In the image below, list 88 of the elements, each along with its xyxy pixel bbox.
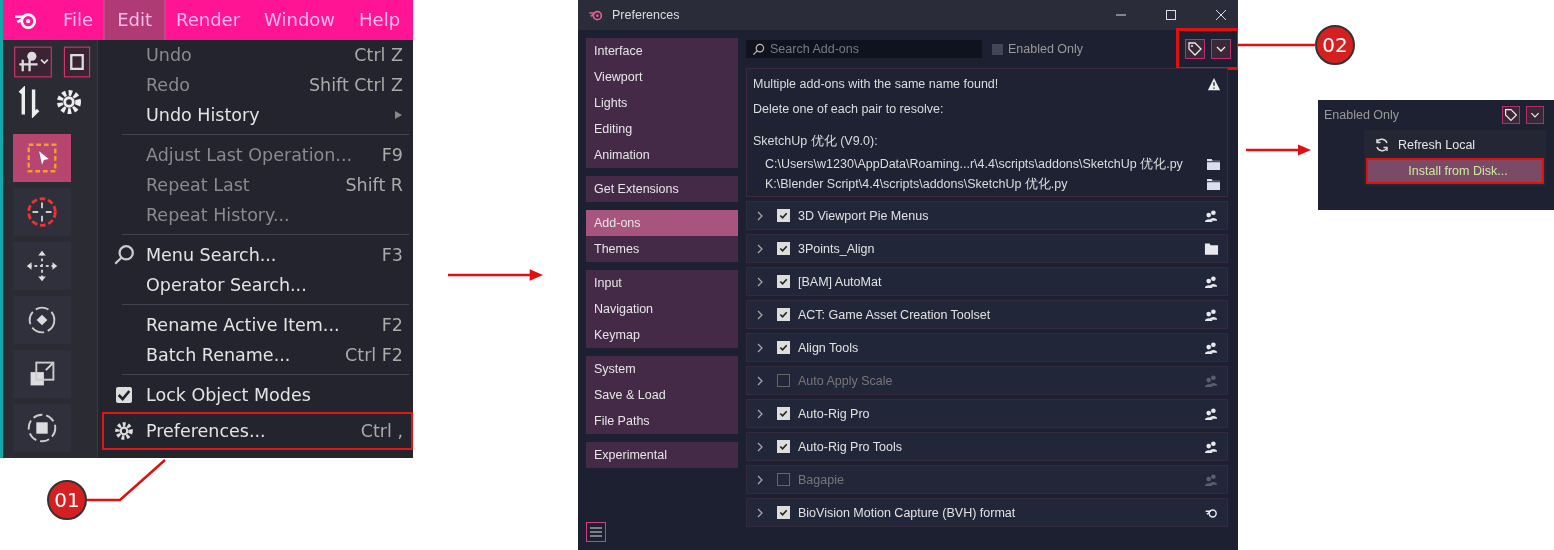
addon-row[interactable]: Align Tools [746,333,1228,362]
tool-button[interactable] [13,350,71,398]
file-path: C:\Users\w1230\AppData\Roaming...r\4.4\scripts\addons\SketchUp 优化.py [765,155,1183,173]
users-icon [1204,307,1219,322]
users-icon [1204,406,1219,421]
addon-name: Bagapie [798,472,844,487]
addon-name: Align Tools [798,340,859,355]
checkbox[interactable] [116,387,132,403]
addon-name: Auto-Rig Pro [798,406,870,421]
close-icon[interactable] [1214,8,1228,22]
sidebar-item[interactable]: Animation [586,142,738,168]
sidebar-item[interactable]: Save & Load [586,382,738,408]
sidebar-item[interactable]: Navigation [586,296,738,322]
menu-item[interactable]: Install from Disk... [1368,160,1542,182]
users-icon [1204,274,1219,289]
warning-message: Delete one of each pair to resolve: [753,101,944,116]
menu-bar-item[interactable]: Edit [105,0,164,40]
warning-title: Multiple add-ons with the same name found! [753,76,999,91]
sidebar-item[interactable]: Input [586,270,738,296]
menu-item[interactable]: Menu Search... F3 [102,240,413,270]
window-title: Preferences [612,8,680,22]
dropdown-icon[interactable] [1526,106,1544,124]
sidebar-item[interactable]: File Paths [586,408,738,434]
file-path: K:\Blender Script\4.4\scripts\addons\SketchUp 优化.py [765,175,1068,193]
menu-item[interactable]: Rename Active Item... F2 [102,310,413,340]
addon-name: [BAM] AutoMat [798,274,882,289]
menu-item[interactable]: Lock Object Modes [102,380,413,410]
refresh-icon [1374,137,1390,153]
addon-row[interactable]: 3Points_Align [746,234,1228,263]
step-badge: 01 [47,480,87,520]
sidebar-item[interactable]: Add-ons [586,210,738,236]
addon-row[interactable]: 3D Viewport Pie Menus [746,201,1228,230]
addon-name: Auto Apply Scale [798,373,893,388]
search-field[interactable]: Search Add-ons [746,40,982,58]
sidebar-item[interactable]: Interface [586,38,738,64]
dropdown-icon[interactable] [1211,39,1231,59]
folder-icon[interactable] [1206,177,1221,191]
addon-row[interactable]: BioVision Motion Capture (BVH) format [746,498,1228,527]
users-icon [1204,340,1219,355]
enabled-only-label: Enabled Only [1324,108,1400,122]
search-icon [752,42,765,56]
enabled-only-checkbox[interactable]: Enabled Only [992,42,1084,56]
tag-icon[interactable] [1185,39,1205,59]
users-icon [1204,208,1219,223]
addon-name: SketchUp 优化 (V9.0): [753,133,878,150]
sidebar-item[interactable]: Lights [586,90,738,116]
arrow [1245,144,1311,156]
addon-row[interactable]: Auto-Rig Pro [746,399,1228,428]
search-icon [113,244,135,266]
users-icon [1204,472,1219,487]
menu-item[interactable]: Preferences... Ctrl , [102,412,413,450]
sidebar-item[interactable]: Experimental [586,442,738,468]
addon-name: 3D Viewport Pie Menus [798,208,929,223]
tool-button[interactable] [13,404,71,452]
addon-row[interactable]: Auto-Rig Pro Tools [746,432,1228,461]
sidebar-item[interactable]: Keymap [586,322,738,348]
checkbox[interactable] [777,374,790,387]
warning-icon [1207,76,1221,91]
sidebar-item[interactable]: Editing [586,116,738,142]
menu-item[interactable]: Undo History [102,100,413,130]
submenu-arrow-icon [393,110,403,120]
tool-button[interactable] [13,296,71,344]
addon-name: ACT: Game Asset Creation Toolset [798,307,991,322]
folder-icon [1204,241,1219,256]
addon-name: Auto-Rig Pro Tools [798,439,902,454]
menu-item[interactable]: Refresh Local [1368,134,1542,156]
menu-item[interactable]: Operator Search... [102,270,413,300]
frame-icon[interactable] [61,46,93,78]
maximize-icon[interactable] [1164,8,1178,22]
menu-item[interactable]: Batch Rename... Ctrl F2 [102,340,413,370]
addon-row[interactable]: [BAM] AutoMat [746,267,1228,296]
users-icon [1204,373,1219,388]
sidebar-item[interactable]: Themes [586,236,738,262]
folder-icon[interactable] [1206,157,1221,171]
mode-dropdown-icon[interactable] [13,46,53,78]
addon-name: 3Points_Align [798,241,875,256]
step-badge: 02 [1315,25,1355,65]
tool-button[interactable] [13,242,71,290]
addon-row[interactable]: ACT: Game Asset Creation Toolset [746,300,1228,329]
addon-name: BioVision Motion Capture (BVH) format [798,505,1016,520]
sidebar-item[interactable]: Viewport [586,64,738,90]
sidebar-item[interactable]: System [586,356,738,382]
checkbox[interactable] [777,473,790,486]
gear-icon [113,420,135,442]
users-icon [1204,439,1219,454]
tag-icon[interactable] [1502,106,1520,124]
sidebar-item[interactable]: Get Extensions [586,176,738,202]
menu-icon[interactable] [586,522,606,542]
